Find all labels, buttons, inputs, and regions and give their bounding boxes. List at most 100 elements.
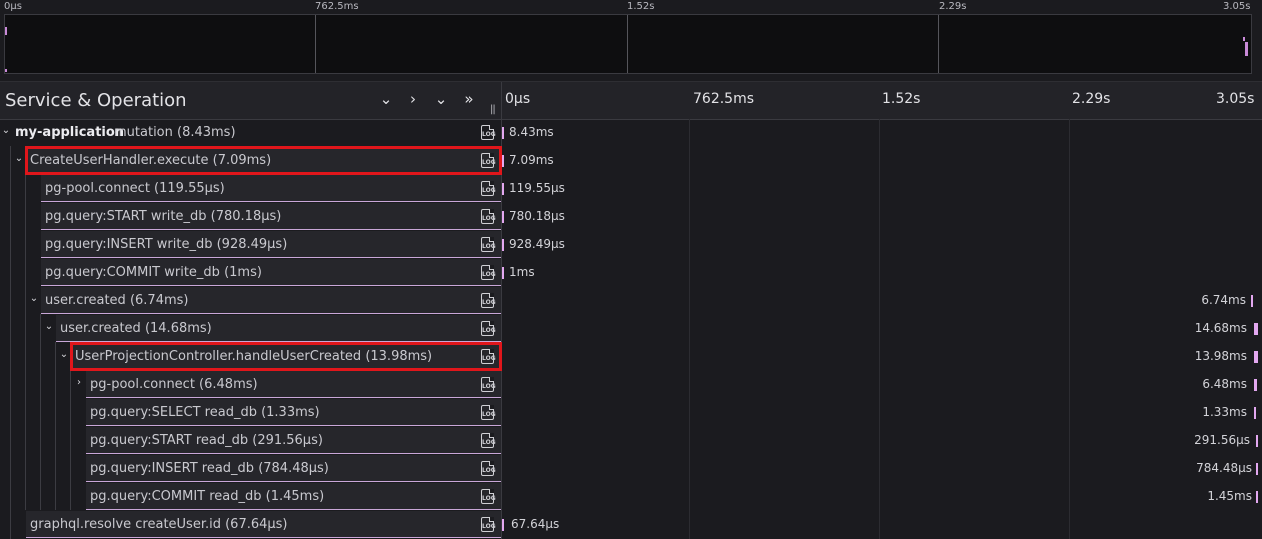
span-duration: 119.55µs <box>509 181 565 195</box>
log-icon[interactable]: LOG <box>481 349 496 364</box>
span-bar[interactable] <box>502 211 504 223</box>
log-icon[interactable]: LOG <box>481 237 496 252</box>
span-bar[interactable] <box>502 239 504 251</box>
minimap-span-mark <box>1245 42 1248 56</box>
chevron-right-icon[interactable]: › <box>73 377 85 388</box>
span-bar[interactable] <box>1254 407 1256 419</box>
chevron-right-icon[interactable]: › <box>404 90 422 108</box>
span-bar[interactable] <box>1256 435 1258 447</box>
span-name-cell[interactable]: pg.query:INSERT read_db (784.48µs) LOG <box>86 455 501 482</box>
operation-name: pg-pool.connect (6.48ms) <box>90 377 258 392</box>
log-icon[interactable]: LOG <box>481 461 496 476</box>
column-resizer[interactable]: || <box>490 104 496 115</box>
operation-name: pg.query:INSERT write_db (928.49µs) <box>45 237 288 252</box>
column-divider <box>501 82 502 119</box>
minimap-tick-label: 2.29s <box>939 1 967 12</box>
chevron-down-icon[interactable]: ⌄ <box>43 321 55 332</box>
chevron-down-icon[interactable]: ⌄ <box>377 90 395 108</box>
operation-name: user.created (14.68ms) <box>60 321 212 336</box>
log-icon[interactable]: LOG <box>481 265 496 280</box>
chevron-down-icon[interactable]: ⌄ <box>13 153 25 164</box>
minimap-tick-label: 0µs <box>4 1 22 12</box>
span-row[interactable]: pg.query:SELECT read_db (1.33ms) LOG 1.3… <box>0 399 1262 427</box>
span-row[interactable]: ⌄ user.created (6.74ms) LOG 6.74ms <box>0 287 1262 315</box>
timeline-tick-label: 0µs <box>505 91 531 107</box>
double-chevron-right-icon[interactable]: » <box>460 90 478 108</box>
log-icon[interactable]: LOG <box>481 489 496 504</box>
span-duration: 6.48ms <box>1202 377 1247 391</box>
span-name-cell[interactable]: pg.query:SELECT read_db (1.33ms) LOG <box>86 399 501 426</box>
minimap-gridline <box>627 15 628 73</box>
span-bar[interactable] <box>1254 379 1257 391</box>
span-row[interactable]: pg.query:INSERT write_db (928.49µs) LOG … <box>0 231 1262 259</box>
log-icon[interactable]: LOG <box>481 321 496 336</box>
span-row[interactable]: pg.query:COMMIT write_db (1ms) LOG 1ms <box>0 259 1262 287</box>
span-bar[interactable] <box>1256 463 1258 475</box>
span-row[interactable]: ⌄ UserProjectionController.handleUserCre… <box>0 343 1262 371</box>
span-name-cell[interactable]: ⌄ user.created (6.74ms) LOG <box>30 287 501 314</box>
span-name-cell[interactable]: pg.query:START write_db (780.18µs) LOG <box>41 203 501 230</box>
log-icon[interactable]: LOG <box>481 517 496 532</box>
log-icon[interactable]: LOG <box>481 433 496 448</box>
operation-name: graphql.resolve createUser.id (67.64µs) <box>30 517 288 532</box>
minimap-gridline <box>315 15 316 73</box>
span-row[interactable]: graphql.resolve createUser.id (67.64µs) … <box>0 511 1262 539</box>
span-duration: 6.74ms <box>1201 293 1246 307</box>
timeline-tick-label: 762.5ms <box>693 91 755 107</box>
log-icon[interactable]: LOG <box>481 209 496 224</box>
log-icon[interactable]: LOG <box>481 153 496 168</box>
span-duration: 14.68ms <box>1194 321 1247 335</box>
span-bar[interactable] <box>502 183 504 195</box>
trace-minimap[interactable]: 0µs 762.5ms 1.52s 2.29s 3.05s <box>0 0 1262 80</box>
span-name-cell[interactable]: pg.query:COMMIT read_db (1.45ms) LOG <box>86 483 501 510</box>
span-name-cell[interactable]: ⌄ CreateUserHandler.execute (7.09ms) LOG <box>15 147 501 174</box>
span-duration: 1.33ms <box>1202 405 1247 419</box>
span-name-cell[interactable]: ⌄ user.created (14.68ms) LOG <box>45 315 501 342</box>
span-bar[interactable] <box>1256 491 1258 503</box>
log-icon[interactable]: LOG <box>481 181 496 196</box>
span-row[interactable]: pg.query:START write_db (780.18µs) LOG 7… <box>0 203 1262 231</box>
span-duration: 67.64µs <box>511 517 560 531</box>
double-chevron-down-icon[interactable]: ⌄ <box>432 90 450 108</box>
span-row[interactable]: pg.query:INSERT read_db (784.48µs) LOG 7… <box>0 455 1262 483</box>
span-duration: 7.09ms <box>509 153 554 167</box>
span-row[interactable]: pg.query:COMMIT read_db (1.45ms) LOG 1.4… <box>0 483 1262 511</box>
span-name-cell[interactable]: pg.query:INSERT write_db (928.49µs) LOG <box>41 231 501 258</box>
operation-name: CreateUserHandler.execute (7.09ms) <box>30 153 272 168</box>
span-name-cell[interactable]: pg-pool.connect (119.55µs) LOG <box>41 175 501 202</box>
span-name-cell[interactable]: › pg-pool.connect (6.48ms) LOG <box>77 371 501 398</box>
span-duration: 291.56µs <box>1194 433 1250 447</box>
span-row[interactable]: ⌄ my-application mutation (8.43ms) LOG 8… <box>0 119 1262 147</box>
span-bar[interactable] <box>1251 295 1253 307</box>
span-bar[interactable] <box>502 267 504 279</box>
span-row[interactable]: pg.query:START read_db (291.56µs) LOG 29… <box>0 427 1262 455</box>
log-icon[interactable]: LOG <box>481 125 496 140</box>
span-name-cell[interactable]: pg.query:START read_db (291.56µs) LOG <box>86 427 501 454</box>
span-bar[interactable] <box>502 127 504 139</box>
chevron-down-icon[interactable]: ⌄ <box>28 293 40 304</box>
span-bar[interactable] <box>1254 323 1258 335</box>
span-row[interactable]: ⌄ CreateUserHandler.execute (7.09ms) LOG… <box>0 147 1262 175</box>
minimap-canvas[interactable] <box>4 14 1252 74</box>
span-bar[interactable] <box>1254 351 1258 363</box>
span-row[interactable]: pg-pool.connect (119.55µs) LOG 119.55µs <box>0 175 1262 203</box>
log-icon[interactable]: LOG <box>481 377 496 392</box>
log-icon[interactable]: LOG <box>481 405 496 420</box>
span-name-cell[interactable]: ⌄ UserProjectionController.handleUserCre… <box>60 343 501 370</box>
span-name-cell[interactable]: graphql.resolve createUser.id (67.64µs) … <box>26 511 501 538</box>
trace-header: Service & Operation ⌄ › ⌄ » || 0µs 762.5… <box>0 81 1262 120</box>
span-name-cell[interactable]: pg.query:COMMIT write_db (1ms) LOG <box>41 259 501 286</box>
chevron-down-icon[interactable]: ⌄ <box>58 349 70 360</box>
span-bar[interactable] <box>502 519 504 531</box>
span-row[interactable]: › pg-pool.connect (6.48ms) LOG 6.48ms <box>0 371 1262 399</box>
operation-name: pg.query:START write_db (780.18µs) <box>45 209 282 224</box>
span-name-cell[interactable]: ⌄ my-application mutation (8.43ms) LOG <box>0 119 501 146</box>
chevron-down-icon[interactable]: ⌄ <box>0 125 12 136</box>
span-bar[interactable] <box>502 155 504 167</box>
operation-name: pg.query:START read_db (291.56µs) <box>90 433 323 448</box>
minimap-span-mark <box>5 27 7 35</box>
span-row[interactable]: ⌄ user.created (14.68ms) LOG 14.68ms <box>0 315 1262 343</box>
log-icon[interactable]: LOG <box>481 293 496 308</box>
minimap-gridline <box>938 15 939 73</box>
operation-name: pg.query:INSERT read_db (784.48µs) <box>90 461 329 476</box>
